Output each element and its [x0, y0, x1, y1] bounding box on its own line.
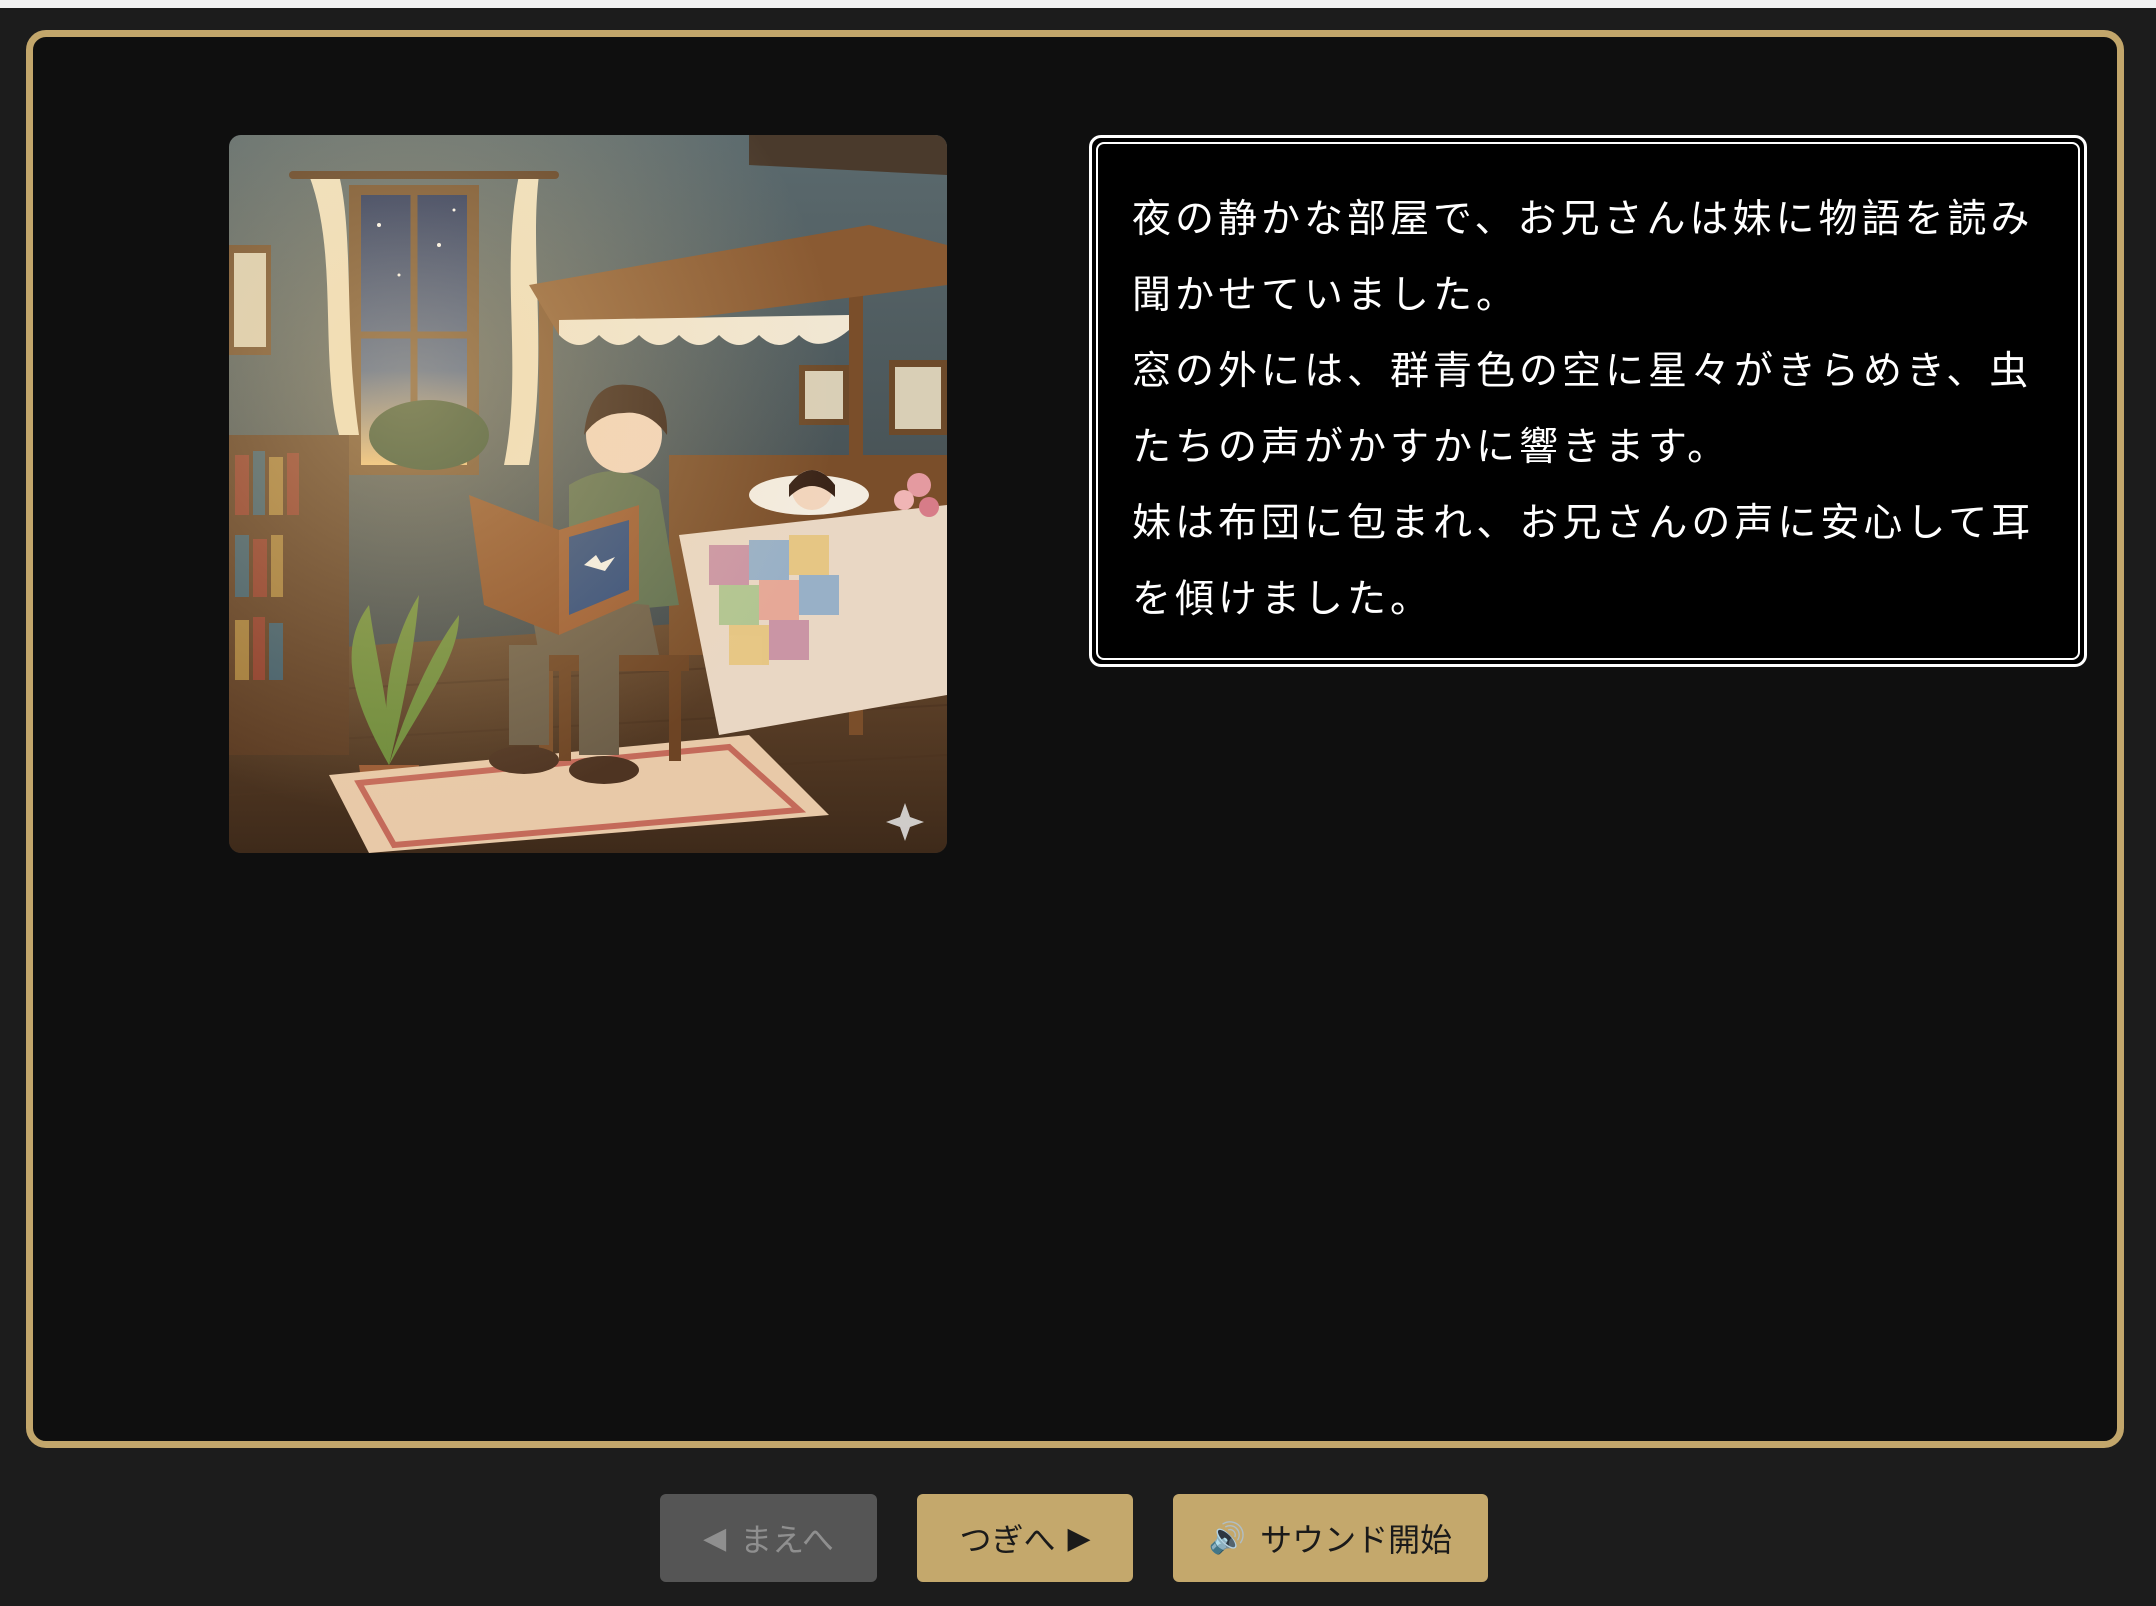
- story-line: 窓の外には、群青色の空に星々がきらめき、虫: [1132, 349, 2033, 394]
- sound-start-label: サウンド開始: [1260, 1521, 1453, 1559]
- story-line: たちの声がかすかに響きます。: [1132, 425, 1731, 470]
- prev-button[interactable]: ◀ まえへ: [660, 1494, 877, 1582]
- story-line: 聞かせていました。: [1132, 273, 1520, 318]
- story-line: 夜の静かな部屋で、お兄さんは妹に物語を読み: [1132, 197, 2034, 242]
- story-line: を傾けました。: [1132, 577, 1434, 622]
- story-stage: 夜の静かな部屋で、お兄さんは妹に物語を読み 聞かせていました。 窓の外には、群青…: [26, 30, 2124, 1448]
- next-button-label: つぎへ: [959, 1521, 1056, 1559]
- triangle-right-icon: ▶: [1067, 1520, 1091, 1556]
- story-text: 夜の静かな部屋で、お兄さんは妹に物語を読み 聞かせていました。 窓の外には、群青…: [1096, 142, 2080, 660]
- triangle-left-icon: ◀: [703, 1520, 727, 1556]
- story-message-box: 夜の静かな部屋で、お兄さんは妹に物語を読み 聞かせていました。 窓の外には、群青…: [1089, 135, 2087, 667]
- story-line: 妹は布団に包まれ、お兄さんの声に安心して耳: [1132, 501, 2035, 546]
- prev-button-label: まえへ: [740, 1521, 834, 1559]
- illustration-image: [229, 135, 947, 853]
- story-illustration: [229, 135, 947, 853]
- speaker-icon: 🔊: [1208, 1520, 1247, 1556]
- next-button[interactable]: つぎへ ▶: [917, 1494, 1133, 1582]
- navigation-controls: ◀ まえへ つぎへ ▶ 🔊 サウンド開始: [0, 1494, 2156, 1582]
- sound-start-button[interactable]: 🔊 サウンド開始: [1173, 1494, 1488, 1582]
- top-strip: [0, 0, 2156, 8]
